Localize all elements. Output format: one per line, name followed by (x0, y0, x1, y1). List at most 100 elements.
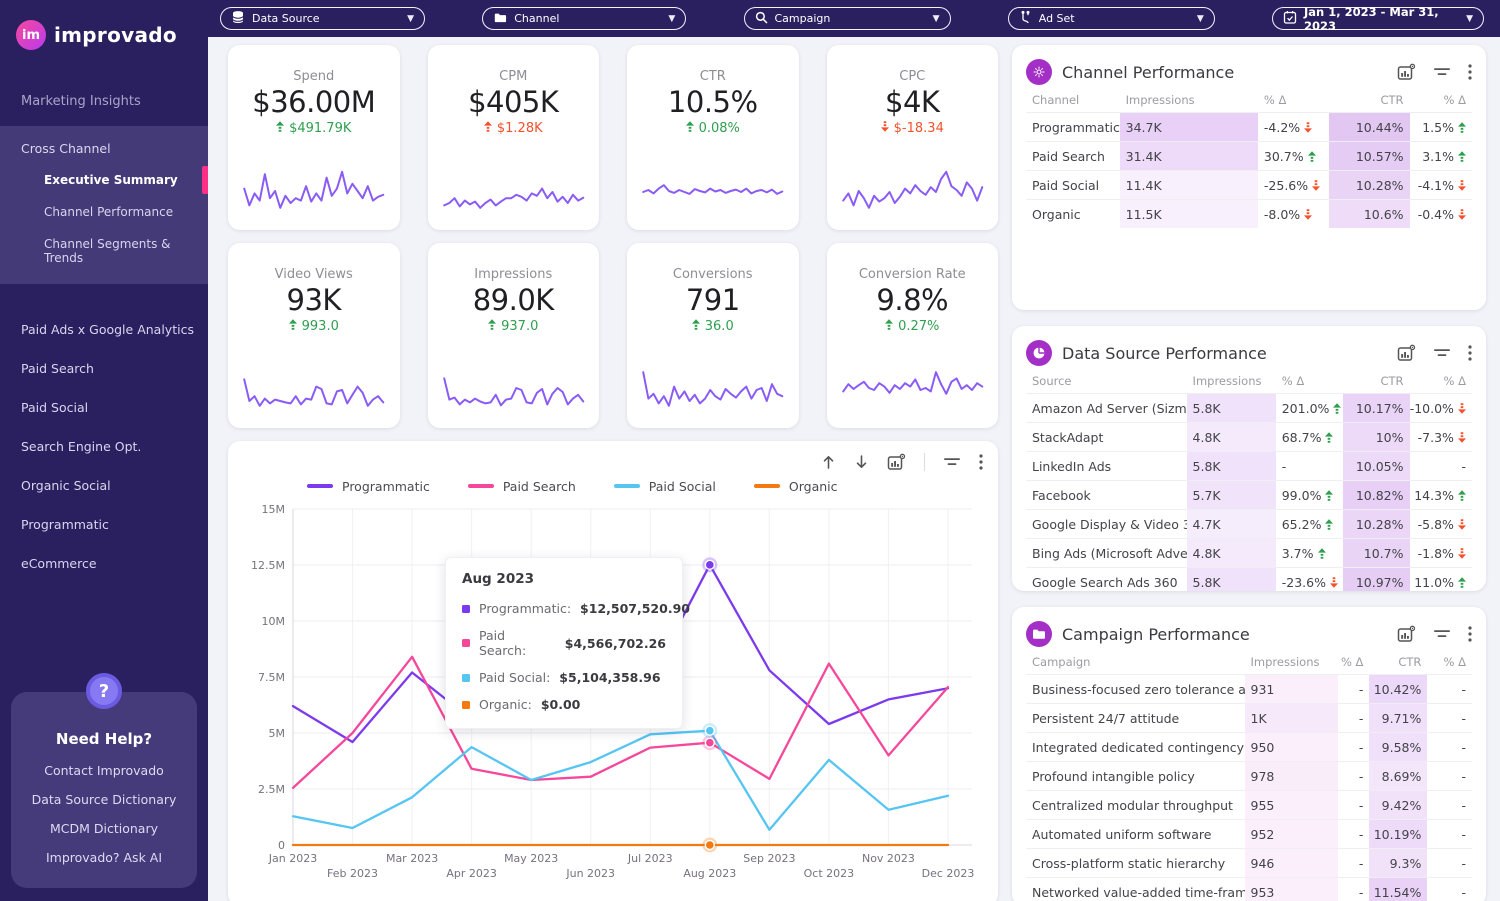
table-cell: - (1338, 820, 1369, 848)
table-row[interactable]: Paid Search 31.4K 30.7% 10.57% 3.1% (1026, 141, 1472, 170)
table-cell: Automated uniform software (1026, 820, 1245, 848)
chart-settings-icon[interactable] (1397, 625, 1416, 643)
cell-text: 931 (1250, 681, 1275, 697)
table-row[interactable]: Centralized modular throughput 955 - 9.42% - (1026, 790, 1472, 819)
sidebar-item-cross-channel[interactable]: Cross Channel (0, 137, 208, 164)
table-row[interactable]: Integrated dedicated contingency 950 - 9.58… (1026, 732, 1472, 761)
legend-item-organic[interactable]: Organic (753, 479, 838, 494)
kpi-title: CPM (499, 69, 528, 84)
legend-label: Programmatic (342, 478, 430, 494)
table-row[interactable]: Profound intangible policy 978 - 8.69% - (1026, 761, 1472, 790)
help-title: Need Help? (55, 730, 153, 748)
table-cell: 10.17% (1342, 394, 1410, 422)
table-cell: Organic (1026, 200, 1120, 228)
table-row[interactable]: Automated uniform software 952-10.19% - (1026, 819, 1472, 848)
table-row[interactable]: LinkedIn Ads 5.8K - 10.05% - (1026, 451, 1472, 480)
cell-text: 10.05% (1355, 458, 1404, 474)
table-row[interactable]: Google Display & Video 360 4.7K 65.2% 10.28… (1026, 509, 1472, 538)
cell-text: 9.58% (1381, 739, 1422, 755)
chart-settings-icon[interactable] (887, 453, 906, 471)
delta-down-icon (1457, 402, 1466, 414)
table-row[interactable]: Google Search Ads 360 5.8K -23.6% 10.97% 11.… (1026, 567, 1472, 591)
column-header: % Δ (1340, 655, 1364, 669)
sidebar-item-channel-segments-trends[interactable]: Channel Segments & Trends (0, 228, 208, 274)
column-header: Impressions (1192, 374, 1262, 388)
kpi-delta: $1.28K (483, 121, 543, 136)
table-row[interactable]: Programmatic 34.7K -4.2% 10.44% 1.5% (1026, 112, 1472, 141)
data-source-filter[interactable]: Data Source ▼ (220, 7, 425, 30)
logo[interactable]: im improvado (0, 0, 208, 50)
cell-text: 3.7% (1281, 545, 1314, 561)
sidebar-item-programmatic[interactable]: Programmatic (0, 505, 208, 544)
table-row[interactable]: Networked value-added time-frame 953-11.5… (1026, 877, 1472, 901)
kpi-sparkline (839, 358, 987, 418)
sidebar-item-executive-summary[interactable]: Executive Summary (0, 164, 208, 196)
sidebar-item-search-engine-opt-[interactable]: Search Engine Opt. (0, 427, 208, 466)
table-row[interactable]: Amazon Ad Server (Sizme... 5.8K 201.0% 10.1… (1026, 393, 1472, 422)
tooltip-swatch (462, 700, 470, 709)
filter-icon[interactable] (1433, 628, 1451, 640)
date-range-picker[interactable]: Jan 1, 2023 - Mar 31, 2023 ▼ (1272, 5, 1484, 33)
cell-text: - (1358, 884, 1364, 900)
move-up-icon[interactable] (821, 454, 836, 470)
help-link[interactable]: MCDM Dictionary (19, 814, 189, 843)
table-cell: 10% (1342, 423, 1410, 451)
search-icon (755, 11, 768, 27)
help-question-icon[interactable]: ? (86, 673, 122, 709)
sidebar-item-paid-ads-x-google-analytics[interactable]: Paid Ads x Google Analytics (0, 310, 208, 349)
kebab-menu-icon[interactable] (1468, 345, 1472, 361)
branch-icon (1019, 10, 1032, 27)
column-header: % Δ (1443, 374, 1466, 388)
sidebar-item-paid-search[interactable]: Paid Search (0, 349, 208, 388)
svg-text:Jul 2023: Jul 2023 (627, 852, 673, 865)
ad-set-filter[interactable]: Ad Set ▼ (1007, 7, 1215, 30)
table-cell: -4.2% (1258, 113, 1329, 141)
table-row[interactable]: Cross-platform static hierarchy 946 - 9.3% - (1026, 848, 1472, 877)
help-link[interactable]: Improvado? Ask AI (19, 843, 189, 872)
cell-text: 9.71% (1381, 710, 1422, 726)
chart-settings-icon[interactable] (1397, 63, 1416, 81)
table-cell: 10.6% (1329, 200, 1410, 228)
sidebar: im improvado Marketing Insights Cross Ch… (0, 0, 208, 901)
cell-text: Paid Social (1032, 177, 1100, 193)
legend-item-paid-social[interactable]: Paid Social (613, 479, 716, 494)
table-row[interactable]: Bing Ads (Microsoft Advert... 4.8K 3.7% 10.… (1026, 538, 1472, 567)
kebab-menu-icon[interactable] (1468, 64, 1472, 80)
kebab-menu-icon[interactable] (1468, 626, 1472, 642)
table-cell: 5.8K (1186, 394, 1276, 422)
cell-text: - (1461, 710, 1466, 726)
sidebar-item-channel-performance[interactable]: Channel Performance (0, 196, 208, 228)
cell-text: 950 (1250, 739, 1275, 755)
delta-up-icon (276, 121, 285, 136)
filter-icon[interactable] (943, 456, 961, 468)
sidebar-item-organic-social[interactable]: Organic Social (0, 466, 208, 505)
table-row[interactable]: Organic 11.5K -8.0% 10.6% -0.4% (1026, 199, 1472, 228)
move-down-icon[interactable] (854, 454, 869, 470)
table-cell: -1.8% (1410, 539, 1472, 567)
legend-item-paid-search[interactable]: Paid Search (467, 479, 576, 494)
table-row[interactable]: Paid Social 11.4K -25.6% 10.28% -4.1% (1026, 170, 1472, 199)
table-row[interactable]: Persistent 24/7 attitude 1K - 9.71% - (1026, 703, 1472, 732)
campaign-filter[interactable]: Campaign ▼ (743, 7, 951, 30)
filter-label: Channel (514, 12, 560, 25)
tooltip-row: Paid Social: $5,104,358.96 (462, 664, 666, 691)
chevron-down-icon: ▼ (407, 13, 414, 24)
chart-settings-icon[interactable] (1397, 344, 1416, 362)
sidebar-item-ecommerce[interactable]: eCommerce (0, 544, 208, 583)
kebab-menu-icon[interactable] (979, 454, 983, 470)
channel-filter[interactable]: Channel ▼ (482, 7, 687, 30)
table-row[interactable]: Facebook 5.7K 99.0% 10.82% 14.3% (1026, 480, 1472, 509)
tooltip-row: Organic: $0.00 (462, 691, 666, 718)
help-link[interactable]: Data Source Dictionary (19, 785, 189, 814)
table-row[interactable]: Business-focused zero tolerance arch... 9… (1026, 674, 1472, 703)
column-header: % Δ (1443, 93, 1466, 107)
card-title: Channel Performance (1062, 62, 1235, 82)
filter-icon[interactable] (1433, 66, 1451, 78)
help-link[interactable]: Contact Improvado (19, 756, 189, 785)
legend-item-programmatic[interactable]: Programmatic (307, 479, 430, 494)
filter-icon[interactable] (1433, 347, 1451, 359)
kpi-title: Conversions (672, 267, 753, 282)
table-row[interactable]: StackAdapt 4.8K 68.7% 10% -7.3% (1026, 422, 1472, 451)
table-cell: Networked value-added time-frame (1026, 878, 1245, 901)
sidebar-item-paid-social[interactable]: Paid Social (0, 388, 208, 427)
